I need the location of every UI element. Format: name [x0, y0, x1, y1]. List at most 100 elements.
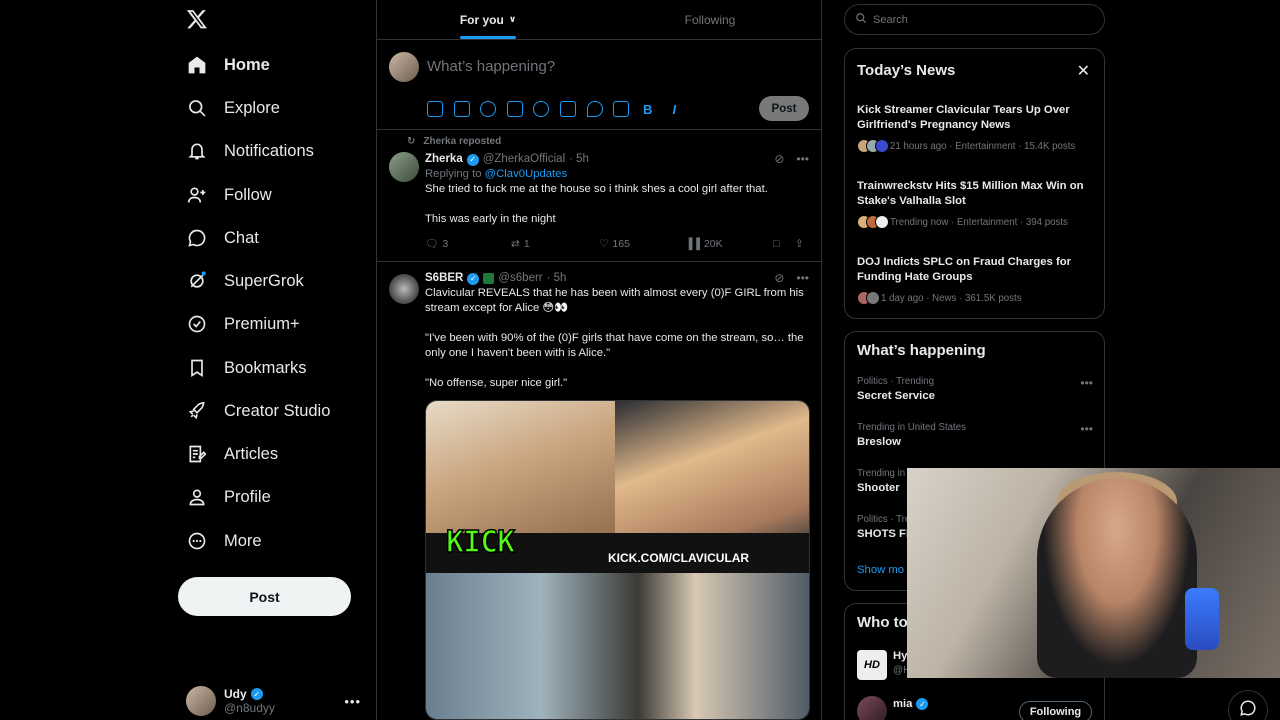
chat-bubble-icon: [186, 227, 208, 249]
tab-label: Following: [684, 12, 736, 27]
tab-for-you[interactable]: For you ∨: [377, 0, 599, 39]
reply-button[interactable]: 🗨 3: [425, 237, 511, 252]
tweet-text: "I've been with 90% of the (0)F girls th…: [425, 332, 804, 359]
nav-premium[interactable]: Premium+: [186, 306, 300, 342]
more-dots-icon[interactable]: •••: [344, 694, 361, 709]
views-icon: ▐▐: [685, 237, 700, 250]
search-placeholder: Search: [873, 13, 908, 26]
nav-supergrok[interactable]: SuperGrok: [186, 263, 304, 299]
search-icon: [855, 12, 867, 27]
premium-check-icon: [186, 313, 208, 335]
author-handle[interactable]: @ZherkaOfficial: [483, 152, 565, 167]
tweet[interactable]: ↻ Zherka reposted Zherka ✓ @ZherkaOffici…: [377, 130, 821, 262]
repost-button[interactable]: ⇄ 1: [511, 237, 599, 252]
more-dots-icon[interactable]: •••: [796, 271, 809, 286]
news-headline: DOJ Indicts SPLC on Fraud Charges for Fu…: [857, 256, 1072, 283]
verified-badge-icon: ✓: [916, 698, 929, 710]
verified-badge-icon: ✓: [466, 153, 479, 166]
nav-profile[interactable]: Profile: [186, 479, 271, 515]
reply-to-link[interactable]: @Clav0Updates: [485, 168, 567, 180]
avatar[interactable]: HD: [857, 650, 887, 680]
nav-creator-studio[interactable]: Creator Studio: [186, 393, 330, 429]
avatar[interactable]: [389, 274, 419, 304]
poll-icon[interactable]: [506, 101, 523, 117]
avatar[interactable]: [857, 696, 887, 720]
tweet-header-actions: ⊘ •••: [774, 152, 809, 167]
close-icon[interactable]: ✕: [1077, 61, 1090, 81]
composer-input[interactable]: What’s happening?: [427, 58, 555, 75]
nav-explore[interactable]: Explore: [186, 90, 280, 126]
chat-fab-button[interactable]: [1228, 690, 1268, 720]
tweet-body: S6BER ✓ @s6berr · 5h ⊘ ••• Clavicular RE…: [425, 271, 810, 720]
grok-icon[interactable]: [480, 101, 497, 117]
nav-more[interactable]: More: [186, 523, 262, 559]
views-button[interactable]: ▐▐ 20K: [685, 237, 773, 252]
nav-label: Explore: [224, 98, 280, 117]
heart-icon: ♡: [599, 237, 609, 250]
italic-icon[interactable]: I: [666, 101, 682, 117]
nav-label: More: [224, 531, 262, 550]
account-switcher[interactable]: Udy ✓ @n8udyy •••: [186, 686, 376, 716]
more-dots-icon[interactable]: •••: [796, 152, 809, 167]
view-count: 20K: [703, 237, 723, 250]
follow-name-row[interactable]: mia ✓: [893, 698, 929, 710]
media-image[interactable]: [426, 573, 809, 719]
news-meta: Trending now · Entertainment · 394 posts: [890, 216, 1068, 228]
follow-name[interactable]: Hy: [893, 650, 907, 662]
tab-label: For you: [459, 12, 504, 27]
media-image[interactable]: [615, 401, 809, 547]
grok-icon[interactable]: ⊘: [774, 152, 784, 167]
tweet-time[interactable]: · 5h: [547, 271, 567, 286]
search-icon: [186, 97, 208, 119]
composer-post-button[interactable]: Post: [759, 96, 809, 121]
nav-notifications[interactable]: Notifications: [186, 133, 314, 169]
emoji-icon[interactable]: [533, 101, 550, 117]
author-name[interactable]: Zherka: [425, 152, 463, 167]
avatar[interactable]: [389, 152, 419, 182]
news-item[interactable]: Kick Streamer Clavicular Tears Up Over G…: [857, 103, 1093, 153]
share-button[interactable]: ⇪: [795, 237, 804, 252]
following-button[interactable]: Following: [1019, 701, 1092, 720]
nav-home[interactable]: Home: [186, 47, 270, 83]
show-more-link[interactable]: Show mo: [857, 564, 904, 576]
trend-item[interactable]: Trending in United States Breslow •••: [857, 422, 1093, 448]
location-icon[interactable]: [586, 101, 603, 117]
post-button[interactable]: Post: [178, 577, 351, 616]
author-handle[interactable]: @s6berr: [498, 271, 542, 286]
tweet-media[interactable]: KICK KICK.COM/CLAVICULAR: [425, 400, 810, 720]
more-dots-icon[interactable]: •••: [1080, 422, 1093, 436]
trend-topic: Breslow: [857, 436, 901, 448]
news-item[interactable]: Trainwreckstv Hits $15 Million Max Win o…: [857, 179, 1093, 229]
webcam-overlay: [907, 468, 1280, 678]
bold-icon[interactable]: B: [640, 101, 656, 117]
todays-news-card: Today’s News ✕ Kick Streamer Clavicular …: [844, 48, 1105, 319]
search-input[interactable]: Search: [844, 4, 1105, 35]
gif-icon[interactable]: [453, 101, 470, 117]
nav-label: Bookmarks: [224, 358, 307, 377]
avatar: [186, 686, 216, 716]
nav-articles[interactable]: Articles: [186, 436, 278, 472]
like-button[interactable]: ♡ 165: [599, 237, 685, 252]
news-item[interactable]: DOJ Indicts SPLC on Fraud Charges for Fu…: [857, 255, 1093, 305]
avatar-stack: [857, 215, 889, 229]
nav-label: Follow: [224, 185, 272, 204]
x-logo-icon[interactable]: [186, 8, 210, 32]
nav-label: Home: [224, 55, 270, 74]
trend-item[interactable]: Politics · Trending Secret Service •••: [857, 376, 1093, 402]
flag-icon[interactable]: [613, 101, 630, 117]
tweet-header: Zherka ✓ @ZherkaOfficial · 5h: [425, 152, 809, 167]
nav-chat[interactable]: Chat: [186, 220, 259, 256]
more-dots-icon[interactable]: •••: [1080, 376, 1093, 390]
rgb-lamp: [1185, 588, 1219, 650]
account-handle: @n8udyy: [224, 701, 275, 715]
grok-icon[interactable]: ⊘: [774, 271, 784, 286]
author-name[interactable]: S6BER: [425, 271, 463, 286]
schedule-icon[interactable]: [559, 101, 576, 117]
tweet[interactable]: S6BER ✓ @s6berr · 5h ⊘ ••• Clavicular RE…: [377, 262, 821, 720]
nav-follow[interactable]: Follow: [186, 177, 272, 213]
image-icon[interactable]: [427, 101, 443, 117]
tab-following[interactable]: Following: [599, 0, 821, 39]
tweet-time[interactable]: · 5h: [569, 152, 589, 167]
bookmark-button[interactable]: □: [773, 237, 795, 252]
nav-bookmarks[interactable]: Bookmarks: [186, 350, 307, 386]
